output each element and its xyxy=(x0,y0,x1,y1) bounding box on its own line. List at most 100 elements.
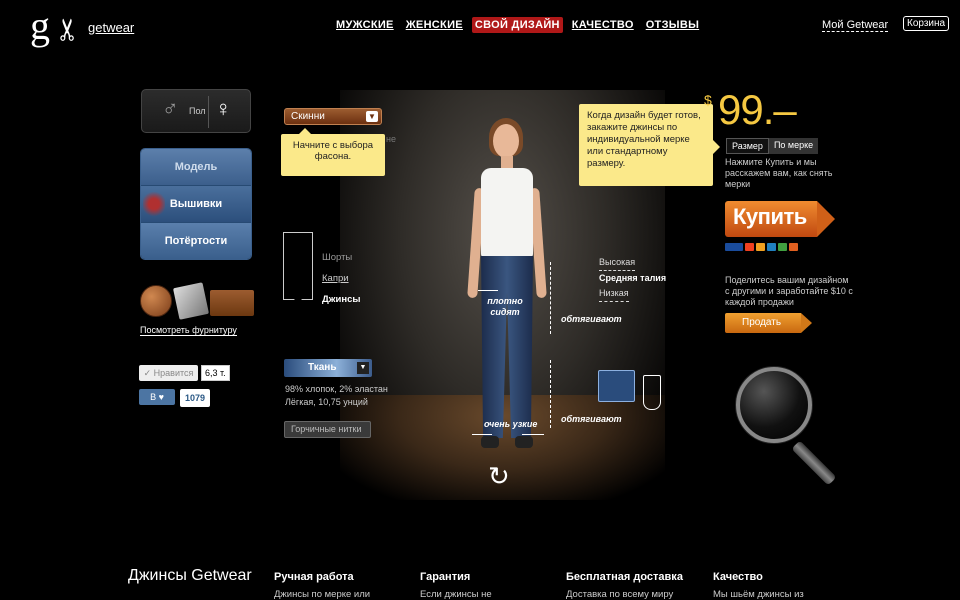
annotation-hug-lower: обтягивают xyxy=(561,414,622,424)
jeans-outline-icon xyxy=(283,232,313,300)
menu-item-distress[interactable]: Потёртости xyxy=(141,223,251,259)
payment-card-icon xyxy=(756,243,765,251)
snap-button-icon[interactable] xyxy=(173,282,209,320)
pants-type-list: Шорты Капри Джинсы xyxy=(322,247,360,310)
pocket-style-selected[interactable] xyxy=(598,370,635,402)
nav-own-design[interactable]: СВОЙ ДИЗАЙН xyxy=(471,17,563,33)
payment-card-icon xyxy=(725,243,743,251)
vk-like-count: 1079 xyxy=(180,389,211,407)
pants-type-jeans[interactable]: Джинсы xyxy=(322,289,360,310)
price-value: 99.– xyxy=(718,86,797,133)
footer-col-shipping: Бесплатная доставка Доставка по всему ми… xyxy=(566,571,686,600)
logo[interactable]: g ✂ getwear xyxy=(30,3,140,48)
sell-button[interactable]: Продать xyxy=(725,313,812,333)
fabric-select-label: Ткань xyxy=(308,362,337,373)
footer-text: Джинсы по мерке или xyxy=(274,589,371,600)
magnifier-icon[interactable] xyxy=(736,367,812,443)
annotation-hug-upper: обтягивают xyxy=(561,314,622,324)
tab-custom-size[interactable]: По мерке xyxy=(768,138,819,154)
fabric-weight: Лёгкая, 10,75 унций xyxy=(285,397,368,407)
payment-card-icon xyxy=(778,243,787,251)
pants-type-shorts[interactable]: Шорты xyxy=(322,247,360,268)
nav-women[interactable]: ЖЕНСКИЕ xyxy=(403,17,466,33)
style-select[interactable]: Скинни ▼ xyxy=(284,108,382,125)
rotate-icon[interactable]: ↻ xyxy=(488,461,510,492)
model-head xyxy=(493,124,519,158)
nav-men[interactable]: МУЖСКИЕ xyxy=(333,17,397,33)
vk-like-button[interactable]: В ♥ xyxy=(139,389,175,405)
arrow-narrow-left xyxy=(472,434,492,435)
fabric-info: 98% хлопок, 2% эластан Лёгкая, 10,75 унц… xyxy=(285,383,388,409)
arrow-fit xyxy=(478,290,498,291)
payment-cards xyxy=(725,243,798,251)
footer-col-handmade: Ручная работа Джинсы по мерке или xyxy=(274,571,394,600)
menu-item-model[interactable]: Модель xyxy=(141,149,251,186)
style-select-value: Скинни xyxy=(291,111,325,122)
nav-quality[interactable]: КАЧЕСТВО xyxy=(569,17,637,33)
brand-name: getwear xyxy=(88,20,135,35)
leather-label-icon[interactable] xyxy=(210,290,254,316)
waist-mid[interactable]: Средняя талия xyxy=(599,271,666,286)
design-menu: Модель Вышивки Потёртости xyxy=(140,148,252,260)
my-account-link[interactable]: Мой Getwear xyxy=(822,19,889,32)
scissors-icon: ✂ xyxy=(52,16,86,43)
main-nav: МУЖСКИЕ ЖЕНСКИЕ СВОЙ ДИЗАЙН КАЧЕСТВО ОТЗ… xyxy=(333,17,702,33)
annotation-fit-tight: плотно сидят xyxy=(487,296,523,317)
share-hint: Поделитесь вашим дизайном с другими и за… xyxy=(725,275,853,307)
footer-heading: Качество xyxy=(713,571,763,583)
payment-card-icon xyxy=(767,243,776,251)
menu-item-embroidery[interactable]: Вышивки xyxy=(141,186,251,223)
fittings-link[interactable]: Посмотреть фурнитуру xyxy=(140,325,237,336)
buy-button[interactable]: Купить xyxy=(725,201,835,237)
waist-low[interactable]: Низкая xyxy=(599,286,629,302)
fittings-preview xyxy=(140,282,254,320)
footer-title: Джинсы Getwear xyxy=(128,567,252,584)
fabric-composition: 98% хлопок, 2% эластан xyxy=(285,384,388,394)
footer-heading: Гарантия xyxy=(420,571,471,583)
rivet-button-icon[interactable] xyxy=(140,285,172,317)
waist-options: Высокая Средняя талия Низкая xyxy=(599,255,666,302)
chevron-down-icon: ▼ xyxy=(366,111,378,122)
hidden-option-text: не xyxy=(386,134,396,144)
pants-type-capri[interactable]: Капри xyxy=(322,268,360,289)
payment-card-icon xyxy=(745,243,754,251)
style-tooltip: Начните с выбора фасона. xyxy=(281,128,385,176)
model-shoe-left xyxy=(481,436,499,448)
footer-col-quality: Качество Мы шьём джинсы из xyxy=(713,571,833,600)
measure-line-upper xyxy=(550,262,551,334)
model-jeans[interactable] xyxy=(481,256,533,438)
fabric-select[interactable]: Ткань ▼ xyxy=(284,359,372,377)
size-tabs: Размер По мерке xyxy=(726,138,819,154)
footer-heading: Ручная работа xyxy=(274,571,354,583)
gender-switch: ♂ Пол ♀ xyxy=(141,89,251,133)
footer-text: Мы шьём джинсы из xyxy=(713,589,804,600)
footer-heading: Бесплатная доставка xyxy=(566,571,683,583)
nav-reviews[interactable]: ОТЗЫВЫ xyxy=(643,17,702,33)
cart-button[interactable]: Корзина xyxy=(903,16,950,31)
gender-divider xyxy=(208,96,209,128)
footer-text: Доставка по всему миру xyxy=(566,589,674,600)
buy-hint: Нажмите Купить и мы расскажем вам, как с… xyxy=(725,157,833,189)
annotation-very-narrow: очень узкие xyxy=(484,419,538,429)
like-count: 6,3 т. xyxy=(201,365,230,381)
pocket-style-alt[interactable] xyxy=(643,375,661,410)
order-tooltip: Когда дизайн будет готов, закажите джинс… xyxy=(579,104,720,186)
tab-standard-size[interactable]: Размер xyxy=(726,138,769,154)
price-currency: $ xyxy=(704,92,712,108)
measure-line-lower xyxy=(550,360,551,428)
model-shoe-right xyxy=(515,436,533,448)
thread-color-button[interactable]: Горчичные нитки xyxy=(284,421,371,438)
logo-letter: g xyxy=(30,3,50,48)
footer-text: Если джинсы не xyxy=(420,589,492,600)
footer-col-guarantee: Гарантия Если джинсы не xyxy=(420,571,540,600)
chevron-down-icon: ▼ xyxy=(357,362,369,374)
model-shirt xyxy=(481,168,533,258)
magnifier-handle xyxy=(791,440,837,486)
waist-high[interactable]: Высокая xyxy=(599,255,636,271)
payment-card-icon xyxy=(789,243,798,251)
arrow-narrow-right xyxy=(522,434,544,435)
gender-label: Пол xyxy=(189,106,206,116)
male-icon[interactable]: ♂ xyxy=(162,96,179,122)
like-button[interactable]: ✓ Нравится xyxy=(139,365,198,381)
female-icon[interactable]: ♀ xyxy=(215,96,232,122)
